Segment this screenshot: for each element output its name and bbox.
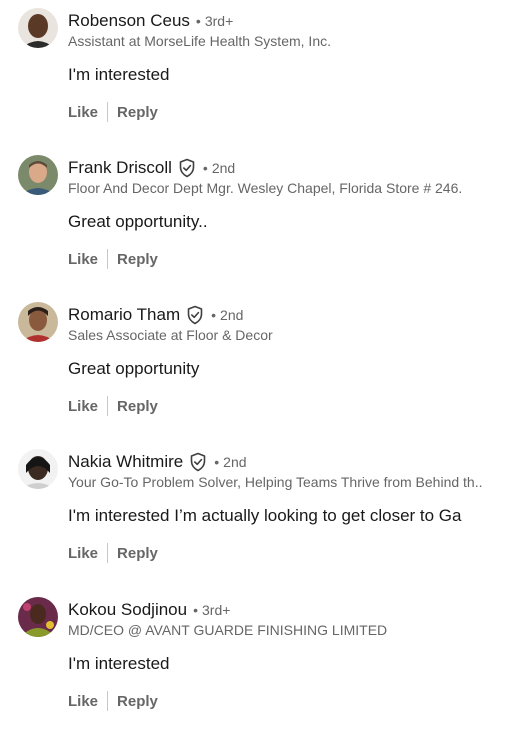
verified-badge-icon bbox=[185, 305, 205, 325]
action-divider bbox=[107, 396, 109, 416]
comment-text: I'm interested bbox=[68, 654, 170, 673]
connection-degree: • 2nd bbox=[214, 454, 247, 470]
action-divider bbox=[107, 543, 109, 563]
comment-item: Nakia Whitmire • 2nd Your Go-To Problem S… bbox=[0, 441, 506, 587]
action-divider bbox=[107, 102, 109, 122]
connection-degree: • 3rd+ bbox=[195, 13, 234, 29]
commenter-name[interactable]: Kokou Sodjinou bbox=[68, 600, 187, 620]
comment-text: I'm interested bbox=[68, 65, 170, 84]
comment-actions: Like Reply bbox=[68, 249, 158, 269]
comment-text: I'm interested I’m actually looking to g… bbox=[68, 506, 462, 525]
reply-button[interactable]: Reply bbox=[117, 545, 158, 562]
reply-button[interactable]: Reply bbox=[117, 104, 158, 121]
avatar[interactable] bbox=[18, 155, 58, 195]
like-button[interactable]: Like bbox=[68, 104, 98, 121]
reply-button[interactable]: Reply bbox=[117, 398, 158, 415]
avatar[interactable] bbox=[18, 302, 58, 342]
commenter-headline: Sales Associate at Floor & Decor bbox=[68, 327, 273, 343]
comment-item: Frank Driscoll • 2nd Floor And Decor Dept… bbox=[0, 147, 506, 293]
comment-text: Great opportunity.. bbox=[68, 212, 208, 231]
like-button[interactable]: Like bbox=[68, 693, 98, 710]
comment-actions: Like Reply bbox=[68, 691, 158, 711]
comment-item: Kokou Sodjinou • 3rd+ MD/CEO @ AVANT GUAR… bbox=[0, 589, 506, 735]
commenter-name[interactable]: Romario Tham bbox=[68, 305, 180, 325]
like-button[interactable]: Like bbox=[68, 398, 98, 415]
connection-degree: • 3rd+ bbox=[193, 602, 231, 618]
action-divider bbox=[107, 249, 109, 269]
connection-degree: • 2nd bbox=[202, 160, 236, 176]
connection-degree: • 2nd bbox=[211, 307, 244, 323]
commenter-name[interactable]: Nakia Whitmire bbox=[68, 452, 183, 472]
commenter-name[interactable]: Robenson Ceus bbox=[68, 11, 190, 31]
avatar[interactable] bbox=[18, 8, 58, 48]
commenter-headline: Floor And Decor Dept Mgr. Wesley Chapel,… bbox=[68, 180, 463, 196]
comment-actions: Like Reply bbox=[68, 396, 158, 416]
commenter-headline: MD/CEO @ AVANT GUARDE FINISHING LIMITED bbox=[68, 622, 388, 638]
comment-text: Great opportunity bbox=[68, 359, 200, 378]
avatar[interactable] bbox=[18, 449, 58, 489]
like-button[interactable]: Like bbox=[68, 545, 98, 562]
commenter-headline: Your Go-To Problem Solver, Helping Teams… bbox=[68, 474, 483, 490]
comment-actions: Like Reply bbox=[68, 543, 158, 563]
comment-actions: Like Reply bbox=[68, 102, 158, 122]
commenter-headline: Assistant at MorseLife Health System, In… bbox=[68, 33, 331, 49]
reply-button[interactable]: Reply bbox=[117, 251, 158, 268]
commenter-name[interactable]: Frank Driscoll bbox=[68, 158, 172, 178]
reply-button[interactable]: Reply bbox=[117, 693, 158, 710]
comment-item: Robenson Ceus • 3rd+ Assistant at MorseLi… bbox=[0, 0, 506, 146]
like-button[interactable]: Like bbox=[68, 251, 98, 268]
verified-badge-icon bbox=[177, 158, 197, 178]
comment-item: Romario Tham • 2nd Sales Associate at Flo… bbox=[0, 294, 506, 440]
avatar[interactable] bbox=[18, 597, 58, 637]
action-divider bbox=[107, 691, 109, 711]
verified-badge-icon bbox=[188, 452, 208, 472]
